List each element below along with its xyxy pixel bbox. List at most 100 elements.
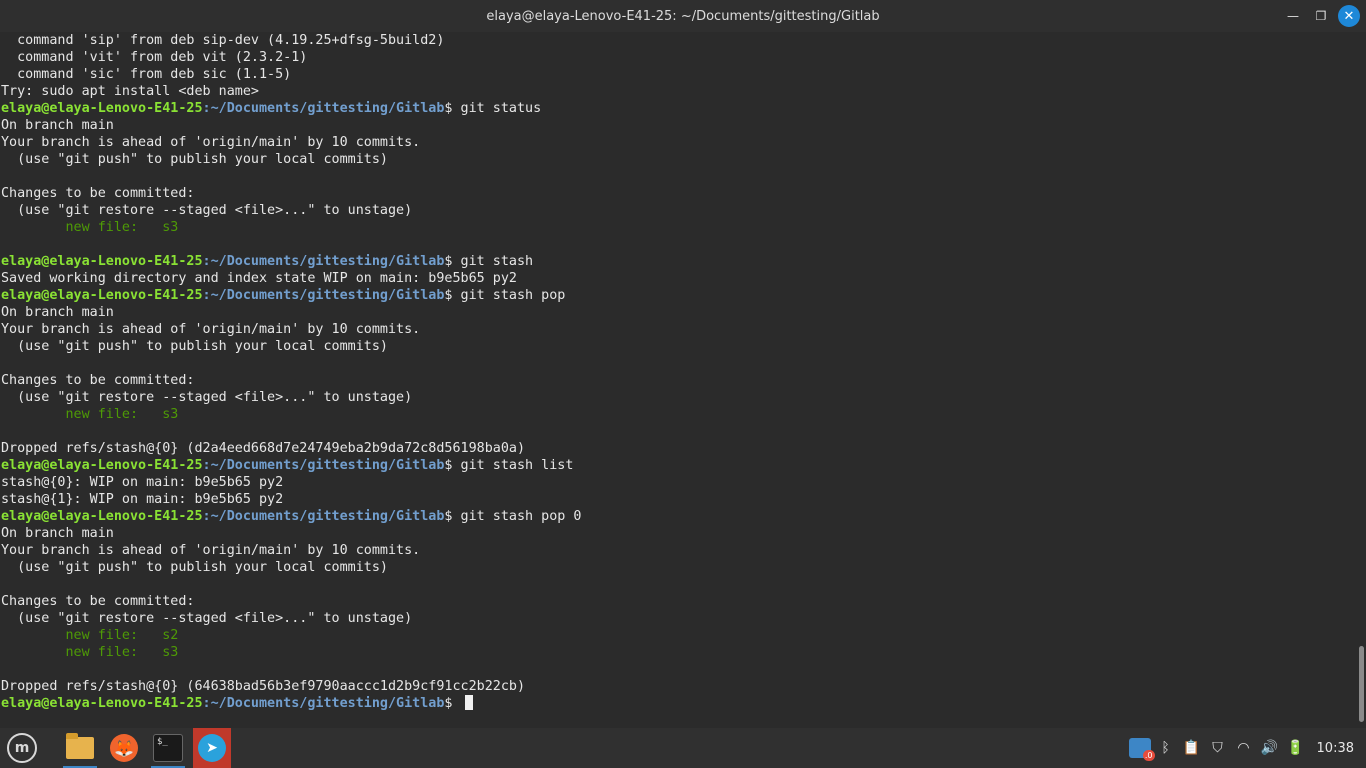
output-text: (use "git restore --staged <file>..." to… [1,611,413,626]
shield-icon[interactable]: ⛉ [1205,728,1231,768]
output-line: (use "git restore --staged <file>..." to… [1,610,1366,627]
bluetooth-icon[interactable]: ᛒ [1153,728,1179,768]
telegram-launcher[interactable]: ➤ [193,728,231,768]
prompt-path: :~/Documents/gittesting/Gitlab [202,509,445,524]
prompt-user: elaya@elaya-Lenovo-E41-25 [1,254,203,269]
prompt-path: :~/Documents/gittesting/Gitlab [202,458,445,473]
menu-button[interactable]: m [3,728,41,768]
prompt-user: elaya@elaya-Lenovo-E41-25 [1,696,203,711]
window-controls: — ❐ ✕ [1282,0,1360,32]
prompt-path: :~/Documents/gittesting/Gitlab [202,696,445,711]
prompt-symbol: $ [444,509,461,524]
notification-tray-button[interactable]: .0 [1127,728,1155,768]
output-text: Dropped refs/stash@{0} (d2a4eed668d7e247… [1,441,526,456]
output-line: new file: s3 [1,219,1366,236]
output-text: (use "git push" to publish your local co… [1,560,388,575]
prompt-symbol: $ [444,458,461,473]
output-text: (use "git push" to publish your local co… [1,339,388,354]
command-text: git status [460,101,542,116]
wifi-icon[interactable]: ◠ [1231,728,1257,768]
prompt-symbol: $ [444,288,461,303]
prompt-path: :~/Documents/gittesting/Gitlab [202,288,445,303]
prompt-line: elaya@elaya-Lenovo-E41-25:~/Documents/gi… [1,457,1366,474]
output-line: On branch main [1,117,1366,134]
prompt-line: elaya@elaya-Lenovo-E41-25:~/Documents/gi… [1,253,1366,270]
battery-icon[interactable]: 🔋 [1283,728,1309,768]
output-line: Changes to be committed: [1,185,1366,202]
prompt-path: :~/Documents/gittesting/Gitlab [202,254,445,269]
output-text: command 'sip' from deb sip-dev (4.19.25+… [1,33,445,48]
prompt-user: elaya@elaya-Lenovo-E41-25 [1,288,203,303]
window-title: elaya@elaya-Lenovo-E41-25: ~/Documents/g… [486,8,880,24]
prompt-line: elaya@elaya-Lenovo-E41-25:~/Documents/gi… [1,100,1366,117]
files-launcher[interactable] [61,728,99,768]
output-text: (use "git push" to publish your local co… [1,152,388,167]
output-line: command 'sic' from deb sic (1.1-5) [1,66,1366,83]
output-text: On branch main [1,526,114,541]
output-line: stash@{0}: WIP on main: b9e5b65 py2 [1,474,1366,491]
prompt-line: elaya@elaya-Lenovo-E41-25:~/Documents/gi… [1,695,1366,712]
telegram-icon: ➤ [198,734,226,762]
window-titlebar[interactable]: elaya@elaya-Lenovo-E41-25: ~/Documents/g… [0,0,1366,32]
prompt-symbol: $ [444,254,461,269]
prompt-path: :~/Documents/gittesting/Gitlab [202,101,445,116]
output-line: new file: s2 [1,627,1366,644]
output-line: (use "git restore --staged <file>..." to… [1,202,1366,219]
output-text: On branch main [1,118,114,133]
notification-icon: .0 [1128,738,1155,761]
firefox-icon: 🦊 [110,734,138,762]
output-line: new file: s3 [1,406,1366,423]
prompt-user: elaya@elaya-Lenovo-E41-25 [1,509,203,524]
clipboard-icon[interactable]: 📋 [1179,728,1205,768]
staged-file-text: new file: s2 [1,628,179,643]
firefox-launcher[interactable]: 🦊 [105,728,143,768]
output-line: Try: sudo apt install <deb name> [1,83,1366,100]
minimize-button[interactable]: — [1282,5,1304,27]
output-line: Your branch is ahead of 'origin/main' by… [1,542,1366,559]
output-line: new file: s3 [1,644,1366,661]
output-line: Changes to be committed: [1,372,1366,389]
output-text: Changes to be committed: [1,186,195,201]
output-text: (use "git restore --staged <file>..." to… [1,203,413,218]
output-text: Your branch is ahead of 'origin/main' by… [1,135,421,150]
output-text: Dropped refs/stash@{0} (64638bad56b3ef97… [1,679,526,694]
maximize-button[interactable]: ❐ [1310,5,1332,27]
terminal-launcher[interactable]: $_ [149,728,187,768]
output-text: command 'vit' from deb vit (2.3.2-1) [1,50,308,65]
output-text: On branch main [1,305,114,320]
output-text: Changes to be committed: [1,373,195,388]
staged-file-text: new file: s3 [1,407,179,422]
output-text: Try: sudo apt install <deb name> [1,84,259,99]
staged-file-text: new file: s3 [1,220,179,235]
command-text: git stash list [460,458,574,473]
output-text: Saved working directory and index state … [1,271,517,286]
terminal-output[interactable]: command 'sip' from deb sip-dev (4.19.25+… [0,32,1366,728]
close-button[interactable]: ✕ [1338,5,1360,27]
prompt-symbol: $ [444,696,461,711]
prompt-line: elaya@elaya-Lenovo-E41-25:~/Documents/gi… [1,287,1366,304]
output-line: command 'vit' from deb vit (2.3.2-1) [1,49,1366,66]
system-tray: .0 ᛒ 📋 ⛉ ◠ 🔊 🔋 10:38 [1127,728,1366,768]
volume-icon[interactable]: 🔊 [1257,728,1283,768]
output-line: On branch main [1,304,1366,321]
output-line: Saved working directory and index state … [1,270,1366,287]
output-text: Your branch is ahead of 'origin/main' by… [1,322,421,337]
output-line: Your branch is ahead of 'origin/main' by… [1,134,1366,151]
output-line: stash@{1}: WIP on main: b9e5b65 py2 [1,491,1366,508]
output-line: Changes to be committed: [1,593,1366,610]
command-text: git stash pop 0 [460,509,582,524]
notification-badge: .0 [1142,750,1155,761]
clock[interactable]: 10:38 [1309,741,1366,756]
output-line: (use "git push" to publish your local co… [1,338,1366,355]
output-line: Your branch is ahead of 'origin/main' by… [1,321,1366,338]
folder-icon [66,733,94,759]
terminal-scrollbar[interactable] [1359,646,1364,722]
output-line: (use "git restore --staged <file>..." to… [1,389,1366,406]
prompt-line: elaya@elaya-Lenovo-E41-25:~/Documents/gi… [1,508,1366,525]
